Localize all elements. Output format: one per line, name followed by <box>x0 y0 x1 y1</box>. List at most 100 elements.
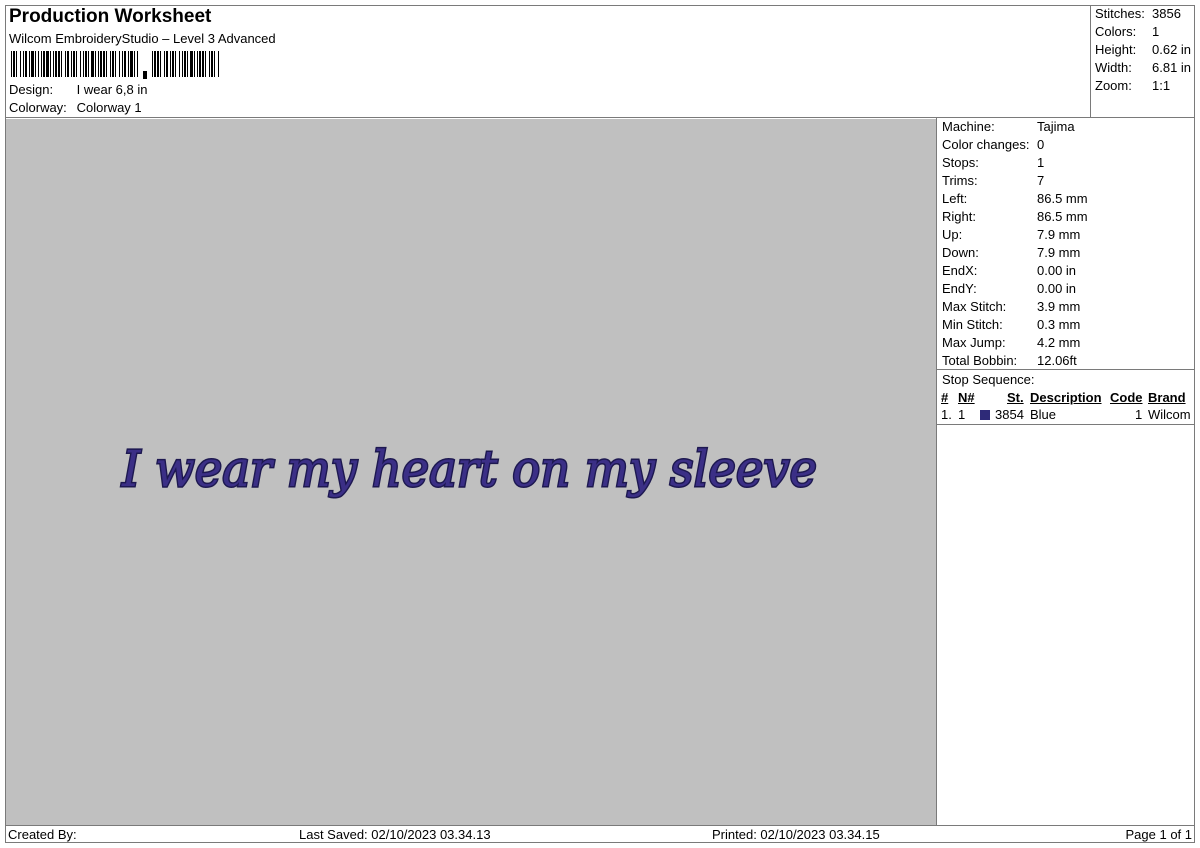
barcode-bar <box>46 51 49 77</box>
worksheet-footer: Created By: Last Saved: 02/10/2023 03.34… <box>5 825 1195 843</box>
barcode-bar <box>124 51 126 77</box>
barcode-bar <box>160 51 161 77</box>
prop-value: 86.5 mm <box>1037 191 1088 206</box>
barcode-bar <box>122 51 123 77</box>
prop-value: 12.06ft <box>1037 353 1077 368</box>
barcode-bar <box>152 51 153 77</box>
prop-label: Max Stitch: <box>942 299 1007 314</box>
barcode-bar <box>137 51 138 77</box>
barcode-bar <box>179 51 180 77</box>
prop-value: 1 <box>1037 155 1045 170</box>
summary-value: 6.81 in <box>1152 60 1192 75</box>
prop-value: 0.3 mm <box>1037 317 1081 332</box>
summary-label: Colors: <box>1095 24 1137 39</box>
col-code: Code <box>1110 390 1143 405</box>
barcode-bar <box>157 51 159 77</box>
barcode-bar <box>98 51 99 77</box>
prop-value: Tajima <box>1037 119 1075 134</box>
barcode-bar <box>85 51 87 77</box>
barcode-bar <box>11 51 12 77</box>
barcode-bar <box>218 51 219 77</box>
row-index: 1. <box>941 407 952 422</box>
barcode-bar <box>53 51 54 77</box>
prop-label: Up: <box>942 227 963 242</box>
barcode-bar <box>182 51 183 77</box>
barcode-bar <box>128 51 129 77</box>
page-title: Production Worksheet <box>9 6 212 27</box>
barcode-mark <box>143 71 147 79</box>
design-row: Design: I wear 6,8 in <box>9 82 147 97</box>
prop-label: EndY: <box>942 281 977 296</box>
row-code: 1 <box>1135 407 1143 422</box>
col-needle: N# <box>958 390 975 405</box>
barcode-bar <box>184 51 186 77</box>
prop-label: Right: <box>942 209 976 224</box>
prop-value: 0 <box>1037 137 1045 152</box>
printed-date: Printed: 02/10/2023 03.34.15 <box>712 827 880 842</box>
barcode-bar <box>73 51 75 77</box>
barcode <box>11 51 219 79</box>
barcode-bar <box>164 51 165 77</box>
barcode-bar <box>115 51 116 77</box>
divider <box>937 369 1195 370</box>
barcode-bar <box>112 51 114 77</box>
summary-value: 1 <box>1152 24 1160 39</box>
barcode-bar <box>80 51 81 77</box>
barcode-bar <box>35 51 36 77</box>
barcode-bar <box>154 51 156 77</box>
barcode-bar <box>190 51 193 77</box>
prop-value: 0.00 in <box>1037 281 1077 296</box>
prop-label: Min Stitch: <box>942 317 1003 332</box>
barcode-bar <box>16 51 17 77</box>
summary-value: 3856 <box>1152 6 1181 21</box>
last-saved: Last Saved: 02/10/2023 03.34.13 <box>299 827 491 842</box>
barcode-bar <box>23 51 24 77</box>
barcode-bar <box>67 51 69 77</box>
summary-label: Zoom: <box>1095 78 1132 93</box>
barcode-bar <box>61 51 62 77</box>
prop-value: 7.9 mm <box>1037 227 1081 242</box>
row-brand: Wilcom <box>1148 407 1191 422</box>
prop-label: Stops: <box>942 155 979 170</box>
divider <box>937 424 1195 425</box>
prop-label: Total Bobbin: <box>942 353 1018 368</box>
barcode-bar <box>211 51 213 77</box>
design-preview-canvas: I wear my heart on my sleeve I wear my h… <box>6 119 936 825</box>
barcode-bar <box>20 51 21 77</box>
color-swatch <box>980 410 990 420</box>
software-name: Wilcom EmbroideryStudio – Level 3 Advanc… <box>9 31 276 46</box>
barcode-bar <box>194 51 195 77</box>
col-index: # <box>941 390 949 405</box>
barcode-bar <box>88 51 89 77</box>
barcode-bar <box>106 51 107 77</box>
colorway-row: Colorway: Colorway 1 <box>9 100 142 115</box>
row-needle: 1 <box>958 407 966 422</box>
col-stitches: St. <box>1007 390 1024 405</box>
summary-value: 0.62 in <box>1152 42 1192 57</box>
barcode-bar <box>214 51 215 77</box>
barcode-bar <box>202 51 204 77</box>
barcode-bar <box>71 51 72 77</box>
summary-label: Height: <box>1095 42 1137 57</box>
summary-value: 1:1 <box>1152 78 1171 93</box>
prop-value: 4.2 mm <box>1037 335 1081 350</box>
prop-label: Left: <box>942 191 968 206</box>
row-stitches: 3854 <box>995 407 1024 422</box>
design-value: I wear 6,8 in <box>76 82 148 97</box>
barcode-bar <box>175 51 176 77</box>
row-description: Blue <box>1030 407 1057 422</box>
prop-label: Color changes: <box>942 137 1030 152</box>
prop-label: Max Jump: <box>942 335 1006 350</box>
design-text: I wear my heart on my sleeve <box>121 440 817 498</box>
barcode-bar <box>29 51 30 77</box>
barcode-bar <box>41 51 42 77</box>
design-preview-svg: I wear my heart on my sleeve I wear my h… <box>120 439 819 500</box>
prop-value: 7 <box>1037 173 1045 188</box>
barcode-bar <box>134 51 135 77</box>
barcode-bar <box>95 51 96 77</box>
stop-sequence-header: # N# St. Description Code Brand <box>937 390 1195 408</box>
barcode-bar <box>50 51 51 77</box>
barcode-bar <box>205 51 206 77</box>
barcode-bar <box>199 51 201 77</box>
summary-box: Stitches: 3856 Colors: 1 Height: 0.62 in… <box>1091 5 1195 118</box>
